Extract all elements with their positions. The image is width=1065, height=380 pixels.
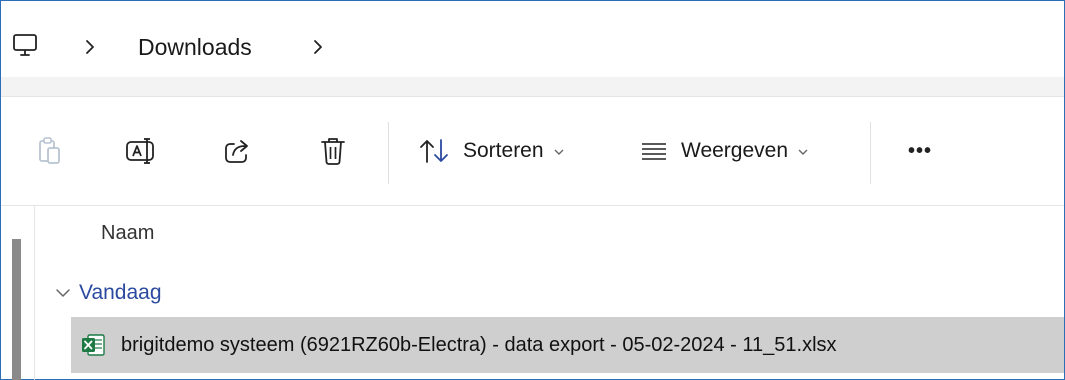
group-header[interactable]: Vandaag (55, 281, 162, 305)
sort-button[interactable]: Sorteren (419, 132, 564, 170)
file-name: brigitdemo systeem (6921RZ60b-Electra) -… (121, 333, 837, 356)
share-icon[interactable] (222, 136, 252, 166)
sort-label: Sorteren (463, 139, 544, 162)
address-bar[interactable]: Downloads (1, 1, 1064, 77)
toolbar-divider (388, 122, 389, 184)
address-toolbar-gap (1, 77, 1064, 96)
chevron-down-icon (554, 144, 564, 159)
paste-icon[interactable] (36, 136, 64, 166)
group-label: Vandaag (79, 281, 162, 304)
column-header-name[interactable]: Naam (101, 222, 154, 245)
excel-file-icon (80, 332, 106, 358)
view-button[interactable]: Weergeven (641, 132, 808, 170)
sort-arrows-icon (419, 137, 451, 165)
scrollbar-thumb[interactable] (12, 239, 21, 380)
chevron-right-icon[interactable] (83, 36, 97, 58)
computer-monitor-icon[interactable] (11, 31, 39, 59)
view-lines-icon (641, 141, 667, 161)
chevron-down-icon (798, 144, 808, 159)
trash-icon[interactable] (319, 135, 347, 167)
chevron-down-icon[interactable] (55, 286, 71, 300)
breadcrumb-downloads[interactable]: Downloads (138, 31, 252, 63)
more-options-button[interactable]: ••• (900, 134, 940, 168)
file-row[interactable]: brigitdemo systeem (6921RZ60b-Electra) -… (71, 317, 1064, 373)
toolbar-divider (870, 122, 871, 184)
rename-icon[interactable] (124, 135, 160, 167)
navigation-pane-border (34, 206, 35, 380)
chevron-right-icon[interactable] (311, 36, 325, 58)
view-label: Weergeven (681, 139, 789, 162)
